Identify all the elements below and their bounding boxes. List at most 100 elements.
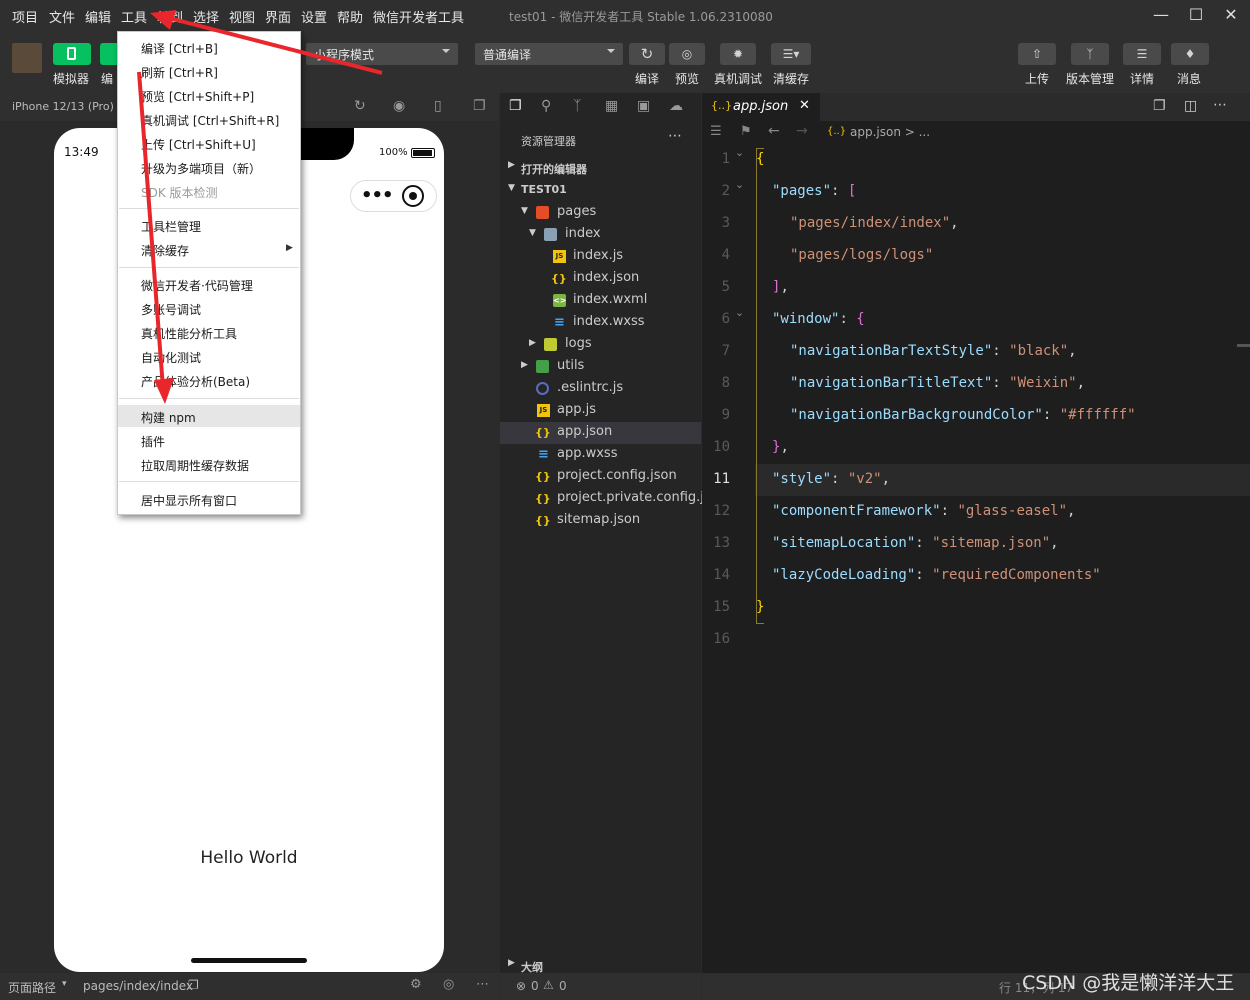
menu-file[interactable]: 文件 (49, 7, 75, 26)
tree-item-project-private-config[interactable]: {} project.private.config.js... (500, 488, 723, 510)
tab-app-json[interactable]: {..} app.json ✕ (702, 93, 820, 121)
json-icon: {} (535, 426, 551, 439)
record-icon[interactable]: ◉ (393, 98, 405, 114)
project-section[interactable]: ▼ TEST01 (500, 179, 701, 201)
tree-item-sitemap[interactable]: {} sitemap.json (500, 510, 701, 532)
menu-item-toolbar-manage[interactable]: 工具栏管理 (141, 218, 201, 235)
forward-icon[interactable]: → (796, 123, 808, 139)
menu-item-automation-test[interactable]: 自动化测试 (141, 349, 201, 366)
code-editor[interactable] (702, 146, 1250, 973)
menu-item-upload[interactable]: 上传 [Ctrl+Shift+U] (141, 136, 256, 153)
tree-item-index-json[interactable]: {} index.json (500, 268, 701, 290)
menu-devtools[interactable]: 微信开发者工具 (373, 7, 464, 26)
menu-help[interactable]: 帮助 (337, 7, 363, 26)
more-icon[interactable]: ⋯ (476, 977, 489, 992)
compile-button[interactable]: ↻ (629, 43, 665, 65)
settings-icon[interactable]: ⚙ (410, 977, 422, 992)
git-icon[interactable]: ᛉ (573, 98, 581, 114)
more-icon[interactable]: ⋯ (668, 128, 682, 144)
rotate-icon[interactable]: ↻ (354, 98, 366, 114)
menu-item-preview[interactable]: 预览 [Ctrl+Shift+P] (141, 88, 254, 105)
version-button[interactable]: ᛉ (1071, 43, 1109, 65)
tree-item-app-json[interactable]: {} app.json (500, 422, 701, 444)
window-icon[interactable]: ❐ (473, 98, 486, 114)
fold-icon[interactable]: ⌄ (735, 178, 744, 191)
back-icon[interactable]: ← (768, 123, 780, 139)
close-icon[interactable]: ✕ (1216, 4, 1246, 26)
menu-settings[interactable]: 设置 (301, 7, 327, 26)
clear-cache-button[interactable]: ☰▾ (771, 43, 811, 65)
menu-select[interactable]: 选择 (193, 7, 219, 26)
tree-item-eslintrc[interactable]: .eslintrc.js (500, 378, 701, 400)
menu-tools[interactable]: 工具 (121, 7, 147, 26)
menu-item-multi-account[interactable]: 多账号调试 (141, 301, 201, 318)
menu-view[interactable]: 视图 (229, 7, 255, 26)
menu-item-experience-analysis[interactable]: 产品体验分析(Beta) (141, 373, 250, 390)
menu-item-clear-cache[interactable]: 清除缓存 (141, 242, 189, 259)
error-icon[interactable]: ⊗ (516, 979, 526, 993)
container-icon[interactable]: ☁ (669, 98, 683, 114)
page-path-label[interactable]: 页面路径 (8, 979, 56, 996)
bookmark-icon[interactable]: ⚑ (740, 124, 752, 139)
list-icon[interactable]: ☰ (710, 124, 722, 139)
simulator-button[interactable] (53, 43, 91, 65)
avatar[interactable] (12, 43, 42, 73)
warning-icon[interactable]: ⚠ (543, 978, 554, 992)
upload-label: 上传 (1025, 72, 1050, 86)
upload-button[interactable]: ⇧ (1018, 43, 1056, 65)
tree-item-project-config[interactable]: {} project.config.json (500, 466, 701, 488)
tree-item-pages[interactable]: ▼ pages (500, 202, 701, 224)
extensions-icon[interactable]: ▦ (605, 98, 618, 114)
menu-item-upgrade-multi[interactable]: 升级为多端项目（新） (141, 160, 261, 177)
scrollbar-marker[interactable] (1237, 344, 1250, 347)
messages-button[interactable]: ♦ (1171, 43, 1209, 65)
menu-item-remote-debug[interactable]: 真机调试 [Ctrl+Shift+R] (141, 112, 279, 129)
tree-item-index-wxss[interactable]: ≡ index.wxss (500, 312, 701, 334)
breadcrumb-path[interactable]: app.json > ... (850, 125, 930, 139)
menu-edit[interactable]: 编辑 (85, 7, 111, 26)
more-icon[interactable]: ••• (361, 185, 394, 206)
preview-button[interactable]: ◎ (669, 43, 705, 65)
tree-item-logs[interactable]: ▶ logs (500, 334, 701, 356)
fold-icon[interactable]: ⌄ (735, 306, 744, 319)
details-button[interactable]: ☰ (1123, 43, 1161, 65)
tree-item-index-folder[interactable]: ▼ index (500, 224, 701, 246)
copy-icon[interactable]: ❐ (188, 978, 199, 992)
menu-item-code-management[interactable]: 微信开发者·代码管理 (141, 277, 253, 294)
tree-item-utils[interactable]: ▶ utils (500, 356, 701, 378)
menu-goto[interactable]: 转到 (157, 7, 183, 26)
json-icon: {} (535, 470, 551, 483)
mode-select[interactable]: 小程序模式 (306, 43, 458, 65)
split-icon[interactable]: ❐ (1153, 98, 1166, 114)
menu-item-refresh[interactable]: 刷新 [Ctrl+R] (141, 64, 218, 81)
menu-interface[interactable]: 界面 (265, 7, 291, 26)
tree-item-app-wxss[interactable]: ≡ app.wxss (500, 444, 701, 466)
minimize-icon[interactable]: — (1146, 4, 1176, 26)
close-icon[interactable]: ✕ (799, 98, 810, 113)
device-select[interactable]: iPhone 12/13 (Pro) 10 (12, 100, 131, 113)
tree-item-index-wxml[interactable]: <> index.wxml (500, 290, 701, 312)
fold-icon[interactable]: ⌄ (735, 146, 744, 159)
menu-project[interactable]: 项目 (12, 7, 38, 26)
menu-item-plugins[interactable]: 插件 (141, 433, 165, 450)
tree-item-app-js[interactable]: JS app.js (500, 400, 701, 422)
menu-item-perf-analysis[interactable]: 真机性能分析工具 (141, 325, 237, 342)
files-icon[interactable]: ❐ (509, 98, 522, 114)
close-mini-program-icon[interactable] (402, 185, 424, 207)
open-editors-section[interactable]: ▶ 打开的编辑器 (500, 157, 701, 179)
tree-item-index-js[interactable]: JS index.js (500, 246, 701, 268)
phone-icon[interactable]: ▯ (434, 98, 442, 114)
maximize-icon[interactable]: ☐ (1181, 4, 1211, 26)
compile-select[interactable]: 普通编译 (475, 43, 623, 65)
menu-item-build-npm[interactable]: 构建 npm (141, 409, 196, 426)
menu-item-compile[interactable]: 编译 [Ctrl+B] (141, 40, 218, 57)
menu-item-center-windows[interactable]: 居中显示所有窗口 (141, 492, 237, 509)
layout-icon[interactable]: ◫ (1184, 98, 1197, 114)
details-label: 详情 (1130, 72, 1155, 86)
menu-item-fetch-cache[interactable]: 拉取周期性缓存数据 (141, 457, 249, 474)
more-icon[interactable]: ⋯ (1213, 97, 1227, 113)
eye-icon[interactable]: ◎ (443, 977, 454, 992)
layout-icon[interactable]: ▣ (637, 98, 650, 114)
remote-debug-button[interactable]: ✹ (720, 43, 756, 65)
search-icon[interactable]: ⚲ (541, 98, 551, 114)
